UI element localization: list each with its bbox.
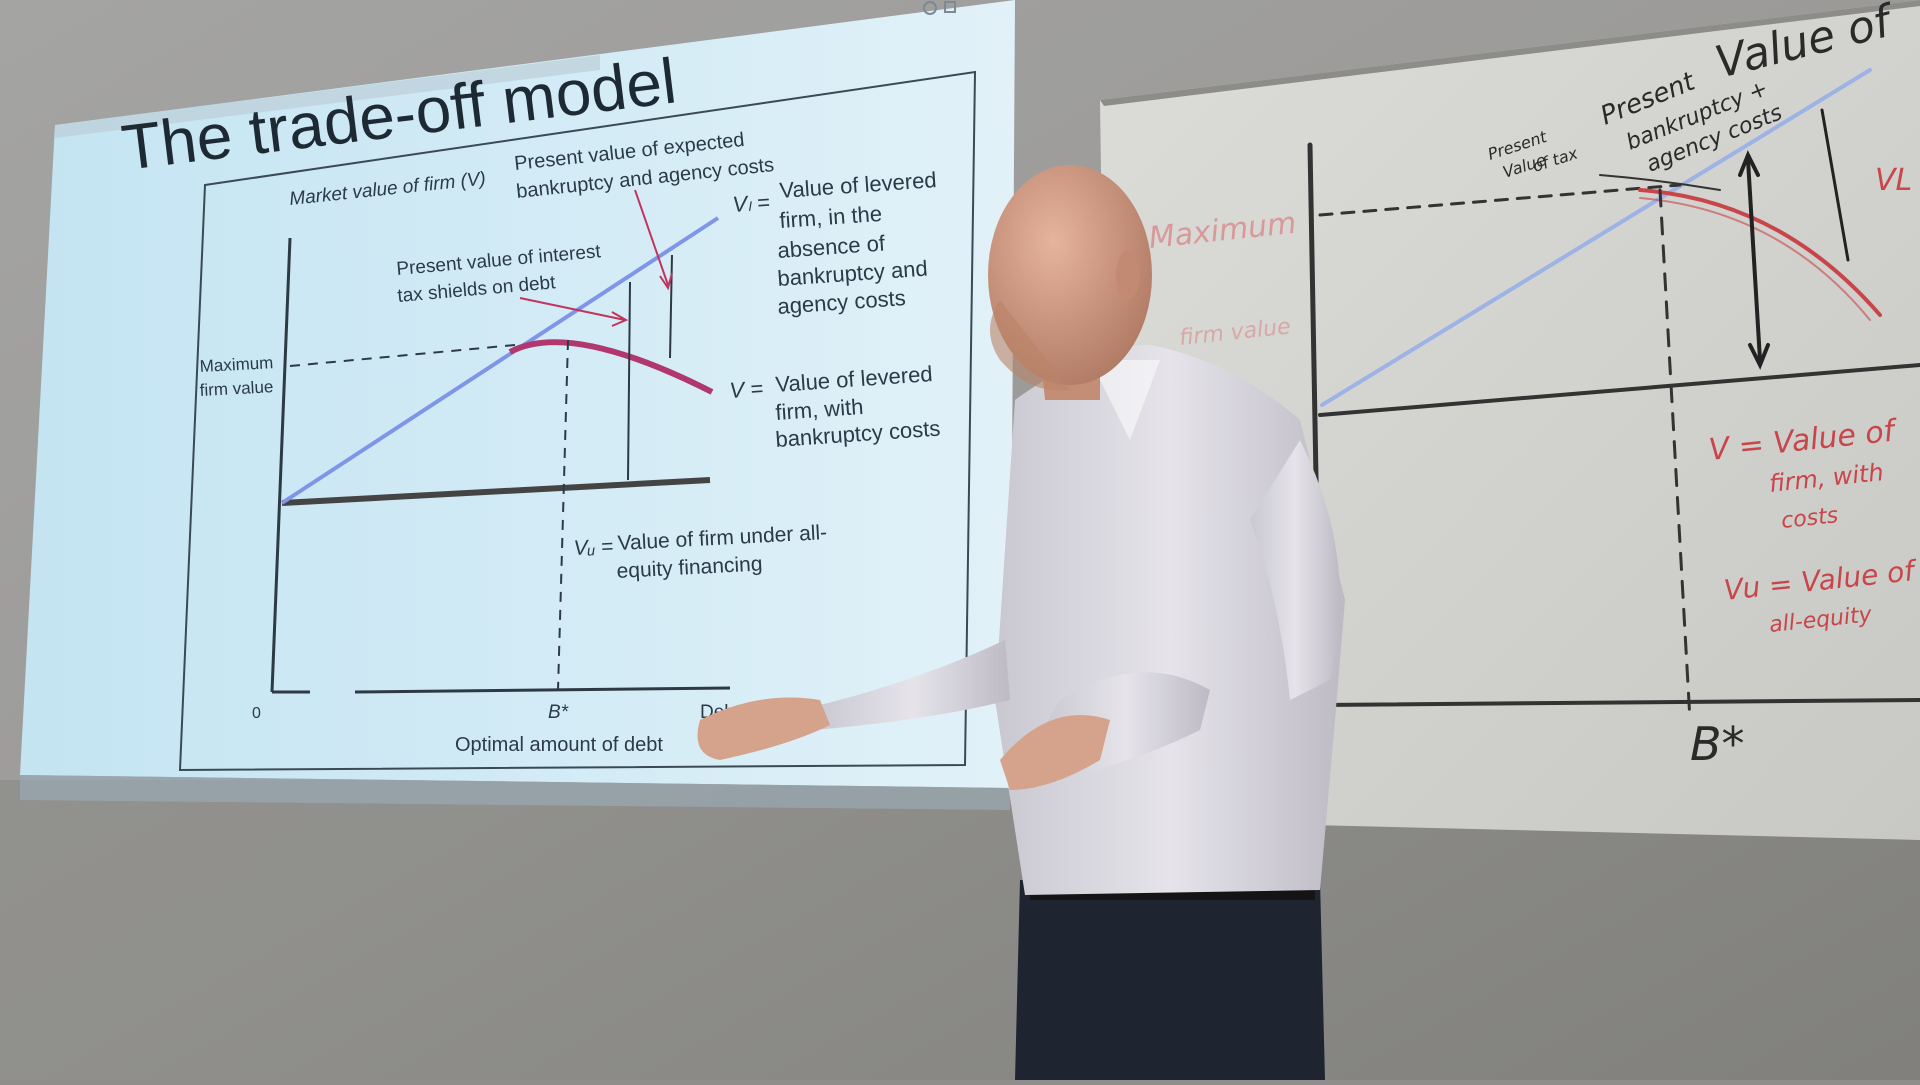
lecture-scene: Value of Present bankruptcy + agency cos…: [0, 0, 1920, 1080]
presenter-pants: [1015, 880, 1325, 1080]
slide-vu-symbol: Vᵤ =: [573, 535, 614, 560]
slide-max-value-1: Maximum: [199, 353, 274, 376]
slide-v-symbol: V =: [729, 376, 764, 403]
slide-x-bstar: B*: [548, 702, 569, 723]
wb-text-bstar: B*: [1690, 717, 1745, 771]
slide-x-axis-label: Optimal amount of debt: [455, 734, 663, 756]
slide-x-origin: 0: [252, 705, 261, 722]
wb-text-vl: VL: [1875, 163, 1912, 198]
presenter-ear: [1116, 251, 1140, 299]
slide-max-value-2: firm value: [199, 377, 274, 400]
slide-vl-symbol: Vₗ =: [732, 189, 771, 217]
scene-svg: Value of Present bankruptcy + agency cos…: [0, 0, 1920, 1080]
